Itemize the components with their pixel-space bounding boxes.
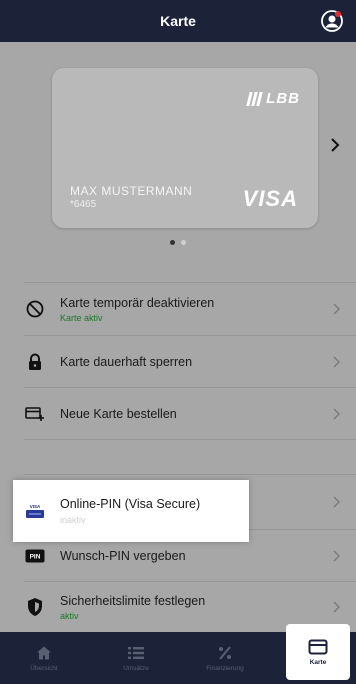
shield-icon (28, 598, 42, 616)
chevron-right-icon (331, 138, 340, 152)
tab-overview[interactable]: Übersicht (12, 632, 76, 684)
card-pager (0, 240, 356, 248)
list-icon (128, 646, 144, 659)
status-text: Karte aktiv (60, 312, 103, 323)
bank-logo-text: LBB (266, 90, 300, 107)
tab-transactions[interactable]: Umsätze (104, 632, 168, 684)
svg-text:PIN: PIN (30, 553, 41, 560)
tab-card[interactable]: Karte (286, 624, 350, 680)
chevron-right-icon (333, 356, 340, 367)
chevron-right-icon (333, 496, 340, 508)
svg-text:VISA: VISA (30, 504, 41, 509)
list-item-label: Wunsch-PIN vergeben (60, 548, 186, 563)
chevron-right-icon (333, 601, 340, 613)
tab-label: Karte (309, 658, 327, 666)
list-item-deactivate[interactable]: Karte temporär deaktivieren Karte aktiv (24, 282, 356, 336)
app-header: Karte (0, 0, 356, 42)
tab-label: Finanzierung (206, 664, 244, 672)
card-network-logo: VISA (242, 186, 298, 211)
profile-icon (321, 10, 343, 32)
lock-icon (29, 353, 41, 370)
status-text: aktiv (60, 610, 79, 621)
tab-label: Umsätze (123, 664, 149, 672)
bank-logo-icon (246, 91, 263, 106)
card-number: *6465 (70, 199, 97, 210)
list-item-block-permanently[interactable]: Karte dauerhaft sperren (24, 336, 356, 388)
block-icon (26, 300, 44, 318)
chevron-right-icon (333, 550, 340, 561)
list-item-label: Karte temporär deaktivieren (60, 295, 215, 310)
bank-logo: LBB (246, 90, 300, 107)
new-card-icon (25, 406, 44, 421)
list-item-label: Neue Karte bestellen (60, 406, 177, 421)
card-actions-list: Karte temporär deaktivieren Karte aktiv … (0, 280, 356, 632)
home-icon (37, 646, 51, 659)
chevron-right-icon (333, 303, 340, 315)
page-title: Karte (160, 13, 196, 29)
next-card-button[interactable] (324, 134, 346, 156)
pager-dot[interactable] (170, 240, 175, 245)
credit-card[interactable]: LBB MAX MUSTERMANN *6465 VISA (52, 68, 318, 228)
card-icon (308, 639, 328, 654)
list-item-label: Karte dauerhaft sperren (60, 354, 193, 369)
profile-button[interactable] (320, 9, 344, 33)
list-item-label: Online-PIN (Visa Secure) (60, 497, 201, 511)
bottom-tab-bar: Übersicht Umsätze Finanzierung Karte (0, 624, 356, 684)
card-holder-name: MAX MUSTERMANN (70, 184, 193, 198)
percent-icon (219, 645, 231, 660)
list-item-online-pin[interactable]: VISA Online-PIN (Visa Secure) inaktiv (13, 480, 249, 542)
list-item-order-new-card[interactable]: Neue Karte bestellen (24, 388, 356, 440)
card-carousel: LBB MAX MUSTERMANN *6465 VISA (0, 42, 356, 280)
chevron-right-icon (333, 408, 340, 419)
tab-label: Übersicht (30, 664, 58, 672)
pager-dot[interactable] (181, 240, 186, 245)
pin-icon: PIN (25, 549, 45, 562)
list-item-label: Sicherheitslimite festlegen (60, 593, 206, 608)
tab-financing[interactable]: Finanzierung (193, 632, 257, 684)
status-text: inaktiv (60, 515, 86, 525)
visa-secure-icon: VISA (26, 504, 44, 518)
